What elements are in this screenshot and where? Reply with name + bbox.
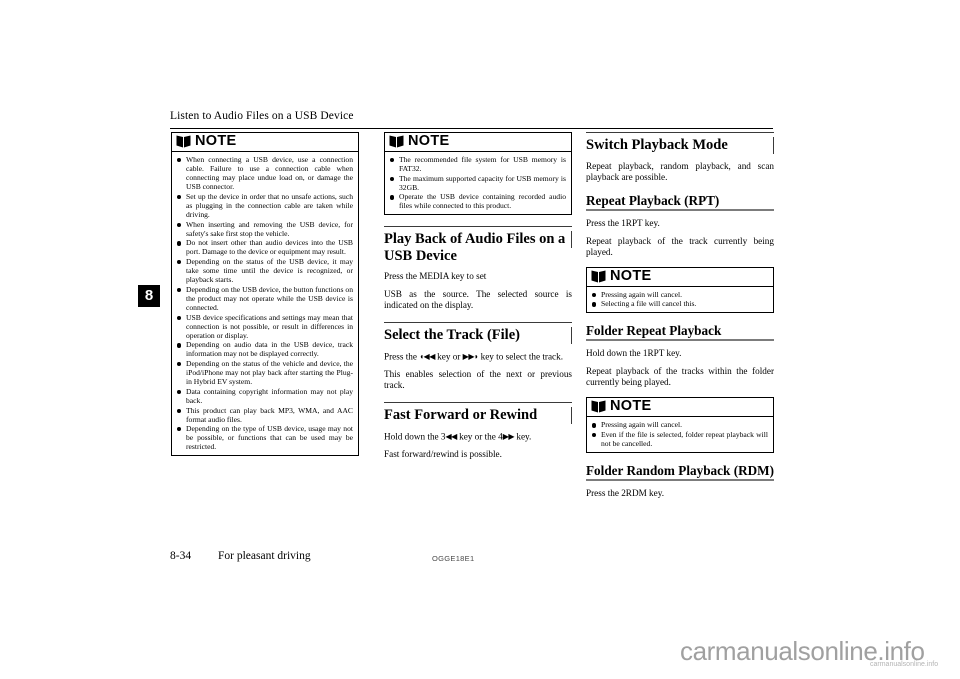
heading-text: Folder Random Playback (RDM) xyxy=(586,462,774,478)
list-item: When inserting and removing the USB devi… xyxy=(176,220,353,238)
note-header: NOTE xyxy=(172,133,358,152)
column-1: NOTE When connecting a USB device, use a… xyxy=(171,132,359,465)
footer-document-code: OGGE18E1 xyxy=(432,554,475,563)
note-box-usb-memory: NOTE The recommended file system for USB… xyxy=(384,132,572,216)
list-item: Set up the device in order that no unsaf… xyxy=(176,192,353,219)
text-fragment: key or the 4 xyxy=(459,431,503,442)
note-box-folder-repeat: NOTE Pressing again will cancel. Even if… xyxy=(586,397,774,453)
heading-text: Play Back of Audio Files on a USB Device xyxy=(384,231,566,264)
watermark-small: carmanualsonline.info xyxy=(870,661,939,668)
heading-text: Folder Repeat Playback xyxy=(586,323,722,339)
note-title: NOTE xyxy=(195,133,237,149)
list-item: Pressing again will cancel. xyxy=(591,290,768,299)
note-body: The recommended file system for USB memo… xyxy=(385,152,571,214)
paragraph-playback-modes: Repeat playback, random playback, and sc… xyxy=(586,160,774,182)
note-item-list: Pressing again will cancel. Selecting a … xyxy=(591,290,768,309)
note-body: When connecting a USB device, use a conn… xyxy=(172,152,358,455)
list-item: When connecting a USB device, use a conn… xyxy=(176,155,353,191)
text-fragment: Hold down the 3 xyxy=(384,431,446,442)
list-item: Do not insert other than audio devices i… xyxy=(176,238,353,256)
heading-folder-random-playback: Folder Random Playback (RDM) xyxy=(586,462,774,482)
paragraph-select-enables: This enables selection of the next or pr… xyxy=(384,369,572,391)
heading-select-track: Select the Track (File) xyxy=(384,322,572,345)
open-book-icon xyxy=(389,135,404,148)
list-item: Depending on audio data in the USB devic… xyxy=(176,340,353,358)
paragraph-select-track: Press the ◖◀◀ key or ▶▶◗ key to select t… xyxy=(384,351,572,363)
note-title: NOTE xyxy=(408,133,450,149)
paragraph-ff-possible: Fast forward/rewind is possible. xyxy=(384,449,502,460)
list-item: Depending on the status of the USB devic… xyxy=(176,257,353,284)
open-book-icon xyxy=(591,270,606,283)
heading-switch-playback-mode: Switch Playback Mode xyxy=(586,132,774,154)
header-divider xyxy=(170,128,773,129)
note-header: NOTE xyxy=(587,268,773,287)
chapter-tab: 8 xyxy=(138,285,160,307)
list-item: The recommended file system for USB memo… xyxy=(389,155,566,173)
heading-underline xyxy=(586,208,774,211)
column-2: NOTE The recommended file system for USB… xyxy=(384,132,572,460)
note-body: Pressing again will cancel. Even if the … xyxy=(587,417,773,451)
list-item: Selecting a file will cancel this. xyxy=(591,299,768,308)
heading-tick xyxy=(772,137,774,154)
heading-text: Switch Playback Mode xyxy=(586,137,728,153)
heading-tick xyxy=(570,407,572,425)
note-body: Pressing again will cancel. Selecting a … xyxy=(587,287,773,312)
text-fragment: key to select the track. xyxy=(480,351,564,362)
paragraph-fast-forward: Hold down the 3◀◀ key or the 4▶▶ key. xyxy=(384,431,572,443)
note-header: NOTE xyxy=(587,398,773,418)
heading-underline xyxy=(586,478,774,482)
paragraph-press-2rdm: Press the 2RDM key. xyxy=(586,488,665,499)
note-title: NOTE xyxy=(610,267,652,284)
column-3: Switch Playback Mode Repeat playback, ra… xyxy=(586,132,774,499)
note-box-usb-cautions: NOTE When connecting a USB device, use a… xyxy=(171,132,359,456)
footer-section-title: For pleasant driving xyxy=(218,550,311,562)
heading-underline xyxy=(586,339,774,342)
list-item: Depending on the USB device, the button … xyxy=(176,285,353,312)
footer-page-number: 8-34 xyxy=(170,550,192,562)
open-book-icon xyxy=(176,135,191,148)
text-fragment: Press the xyxy=(384,351,417,362)
fast-forward-icon: ▶▶ xyxy=(502,431,515,441)
list-item: Even if the file is selected, folder rep… xyxy=(591,430,768,448)
text-fragment: key. xyxy=(516,431,532,442)
rewind-icon: ◀◀ xyxy=(445,431,458,441)
paragraph-repeat-track: Repeat playback of the track currently b… xyxy=(586,235,774,257)
heading-text: Repeat Playback (RPT) xyxy=(586,192,720,208)
running-header: Listen to Audio Files on a USB Device xyxy=(170,110,354,122)
list-item: Data containing copyright information ma… xyxy=(176,387,353,405)
list-item: Pressing again will cancel. xyxy=(591,420,768,429)
list-item: This product can play back MP3, WMA, and… xyxy=(176,406,353,424)
note-box-repeat-playback: NOTE Pressing again will cancel. Selecti… xyxy=(586,266,774,314)
heading-text: Fast Forward or Rewind xyxy=(384,407,538,424)
note-item-list: Pressing again will cancel. Even if the … xyxy=(591,420,768,448)
paragraph-press-1rpt: Press the 1RPT key. xyxy=(586,217,660,228)
prev-track-icon: ◖◀◀ xyxy=(419,351,435,361)
paragraph-media-key: Press the MEDIA key to set xyxy=(384,271,487,282)
open-book-icon xyxy=(591,400,606,413)
next-track-icon: ▶▶◗ xyxy=(462,351,479,361)
heading-tick xyxy=(570,327,572,345)
text-fragment: key or xyxy=(437,351,461,362)
note-item-list: When connecting a USB device, use a conn… xyxy=(176,155,353,452)
paragraph-usb-source: USB as the source. The selected source i… xyxy=(384,289,572,311)
heading-folder-repeat-playback: Folder Repeat Playback xyxy=(586,323,774,342)
paragraph-hold-1rpt: Hold down the 1RPT key. xyxy=(586,348,682,359)
heading-repeat-playback: Repeat Playback (RPT) xyxy=(586,193,774,211)
manual-page: Listen to Audio Files on a USB Device 8 … xyxy=(0,0,960,679)
list-item: Depending on the type of USB device, usa… xyxy=(176,424,353,451)
note-title: NOTE xyxy=(610,398,652,415)
list-item: The maximum supported capacity for USB m… xyxy=(389,174,566,192)
heading-play-back-audio-files: Play Back of Audio Files on a USB Device xyxy=(384,226,572,264)
paragraph-repeat-folder: Repeat playback of the tracks within the… xyxy=(586,366,774,388)
list-item: USB device specifications and settings m… xyxy=(176,313,353,340)
list-item: Operate the USB device containing record… xyxy=(389,192,566,210)
heading-fast-forward-rewind: Fast Forward or Rewind xyxy=(384,402,572,425)
note-header: NOTE xyxy=(385,133,571,152)
heading-text: Select the Track (File) xyxy=(384,327,520,344)
heading-tick xyxy=(570,231,572,249)
note-item-list: The recommended file system for USB memo… xyxy=(389,155,566,211)
list-item: Depending on the status of the vehicle a… xyxy=(176,359,353,386)
